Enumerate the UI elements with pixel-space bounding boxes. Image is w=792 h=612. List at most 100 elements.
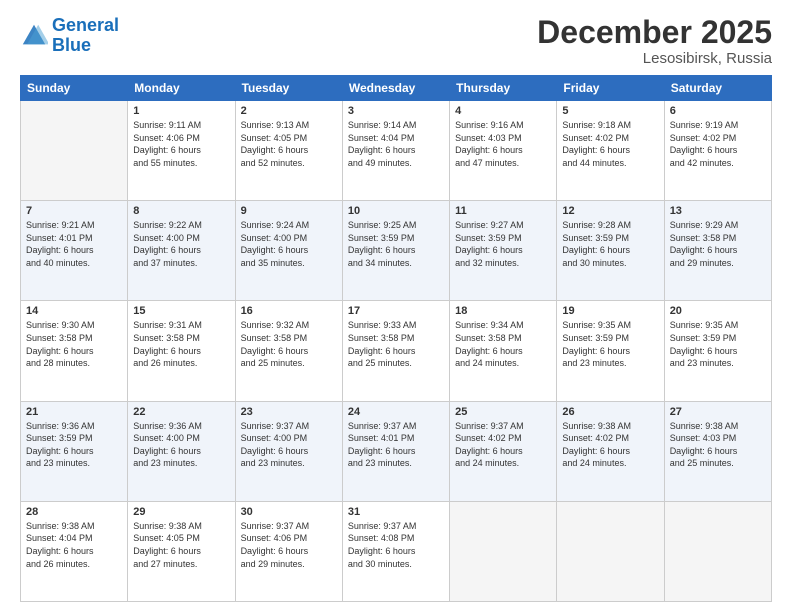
day-number: 16 [241,305,337,317]
week-row-2: 14Sunrise: 9:30 AMSunset: 3:58 PMDayligh… [21,301,772,401]
logo-line2: Blue [52,35,91,55]
table-row: 30Sunrise: 9:37 AMSunset: 4:06 PMDayligh… [235,501,342,601]
day-number: 27 [670,406,766,418]
table-row [450,501,557,601]
day-number: 13 [670,205,766,217]
day-details: Sunrise: 9:21 AMSunset: 4:01 PMDaylight:… [26,219,122,269]
top-section: General Blue December 2025 Lesosibirsk, … [20,16,772,67]
week-row-3: 21Sunrise: 9:36 AMSunset: 3:59 PMDayligh… [21,401,772,501]
day-number: 18 [455,305,551,317]
table-row: 23 Sunrise: 9:37 AMSunset: 4:00 PMDayligh… [235,401,342,501]
day-number: 19 [562,305,658,317]
day-details: Sunrise: 9:34 AMSunset: 3:58 PMDaylight:… [455,319,551,369]
day-details: Sunrise: 9:24 AMSunset: 4:00 PMDaylight:… [241,219,337,269]
table-row: 20 Sunrise: 9:35 AMSunset: 3:59 PMDayligh… [664,301,771,401]
day-details: Sunrise: 9:28 AMSunset: 3:59 PMDaylight:… [562,219,658,269]
day-number: 10 [348,205,444,217]
day-details: Sunrise: 9:29 AMSunset: 3:58 PMDaylight:… [670,219,766,269]
logo-icon [20,22,48,50]
day-number: 26 [562,406,658,418]
table-row: 12 Sunrise: 9:28 AMSunset: 3:59 PMDayligh… [557,201,664,301]
table-row: 17 Sunrise: 9:33 AMSunset: 3:58 PMDayligh… [342,301,449,401]
day-details: Sunrise: 9:38 AMSunset: 4:04 PMDaylight:… [26,520,122,570]
calendar-table: Sunday Monday Tuesday Wednesday Thursday… [20,75,772,602]
day-number: 2 [241,105,337,117]
table-row [557,501,664,601]
day-details: Sunrise: 9:14 AMSunset: 4:04 PMDaylight:… [348,119,444,169]
day-details: Sunrise: 9:37 AMSunset: 4:00 PMDaylight:… [241,420,337,470]
day-details: Sunrise: 9:37 AMSunset: 4:02 PMDaylight:… [455,420,551,470]
day-number: 12 [562,205,658,217]
table-row: 7 Sunrise: 9:21 AMSunset: 4:01 PMDaylight… [21,201,128,301]
day-number: 4 [455,105,551,117]
day-details: Sunrise: 9:32 AMSunset: 3:58 PMDaylight:… [241,319,337,369]
day-details: Sunrise: 9:38 AMSunset: 4:02 PMDaylight:… [562,420,658,470]
logo: General Blue [20,16,119,56]
table-row: 14Sunrise: 9:30 AMSunset: 3:58 PMDayligh… [21,301,128,401]
day-details: Sunrise: 9:27 AMSunset: 3:59 PMDaylight:… [455,219,551,269]
day-details: Sunrise: 9:35 AMSunset: 3:59 PMDaylight:… [562,319,658,369]
day-details: Sunrise: 9:19 AMSunset: 4:02 PMDaylight:… [670,119,766,169]
day-number: 3 [348,105,444,117]
table-row: 29 Sunrise: 9:38 AMSunset: 4:05 PMDayligh… [128,501,235,601]
day-details: Sunrise: 9:30 AMSunset: 3:58 PMDaylight:… [26,319,122,369]
header-row: Sunday Monday Tuesday Wednesday Thursday… [21,76,772,101]
table-row: 6 Sunrise: 9:19 AMSunset: 4:02 PMDaylight… [664,101,771,201]
table-row: 18 Sunrise: 9:34 AMSunset: 3:58 PMDayligh… [450,301,557,401]
table-row: 26 Sunrise: 9:38 AMSunset: 4:02 PMDayligh… [557,401,664,501]
table-row: 1 Sunrise: 9:11 AMSunset: 4:06 PMDaylight… [128,101,235,201]
day-number: 17 [348,305,444,317]
day-details: Sunrise: 9:37 AMSunset: 4:06 PMDaylight:… [241,520,337,570]
day-number: 25 [455,406,551,418]
day-number: 22 [133,406,229,418]
header-friday: Friday [557,76,664,101]
month-title: December 2025 [537,16,772,48]
header-monday: Monday [128,76,235,101]
day-details: Sunrise: 9:35 AMSunset: 3:59 PMDaylight:… [670,319,766,369]
day-details: Sunrise: 9:36 AMSunset: 3:59 PMDaylight:… [26,420,122,470]
day-number: 5 [562,105,658,117]
header-saturday: Saturday [664,76,771,101]
header-thursday: Thursday [450,76,557,101]
table-row: 10 Sunrise: 9:25 AMSunset: 3:59 PMDayligh… [342,201,449,301]
table-row: 2 Sunrise: 9:13 AMSunset: 4:05 PMDaylight… [235,101,342,201]
table-row: 15Sunrise: 9:31 AMSunset: 3:58 PMDayligh… [128,301,235,401]
day-number: 23 [241,406,337,418]
logo-line1: General [52,15,119,35]
title-section: December 2025 Lesosibirsk, Russia [537,16,772,67]
table-row: 16 Sunrise: 9:32 AMSunset: 3:58 PMDayligh… [235,301,342,401]
day-number: 8 [133,205,229,217]
day-details: Sunrise: 9:36 AMSunset: 4:00 PMDaylight:… [133,420,229,470]
day-number: 9 [241,205,337,217]
table-row [664,501,771,601]
day-number: 11 [455,205,551,217]
header-sunday: Sunday [21,76,128,101]
table-row: 3 Sunrise: 9:14 AMSunset: 4:04 PMDaylight… [342,101,449,201]
day-details: Sunrise: 9:37 AMSunset: 4:08 PMDaylight:… [348,520,444,570]
table-row [21,101,128,201]
day-details: Sunrise: 9:38 AMSunset: 4:05 PMDaylight:… [133,520,229,570]
day-number: 20 [670,305,766,317]
day-details: Sunrise: 9:25 AMSunset: 3:59 PMDaylight:… [348,219,444,269]
table-row: 25 Sunrise: 9:37 AMSunset: 4:02 PMDayligh… [450,401,557,501]
day-details: Sunrise: 9:31 AMSunset: 3:58 PMDaylight:… [133,319,229,369]
location: Lesosibirsk, Russia [537,50,772,67]
week-row-4: 28Sunrise: 9:38 AMSunset: 4:04 PMDayligh… [21,501,772,601]
table-row: 21Sunrise: 9:36 AMSunset: 3:59 PMDayligh… [21,401,128,501]
table-row: 9 Sunrise: 9:24 AMSunset: 4:00 PMDaylight… [235,201,342,301]
day-details: Sunrise: 9:22 AMSunset: 4:00 PMDaylight:… [133,219,229,269]
table-row: 22 Sunrise: 9:36 AMSunset: 4:00 PMDayligh… [128,401,235,501]
day-number: 1 [133,105,229,117]
table-row: 28Sunrise: 9:38 AMSunset: 4:04 PMDayligh… [21,501,128,601]
day-number: 29 [133,506,229,518]
day-number: 6 [670,105,766,117]
day-number: 7 [26,205,122,217]
week-row-0: 1 Sunrise: 9:11 AMSunset: 4:06 PMDaylight… [21,101,772,201]
day-details: Sunrise: 9:38 AMSunset: 4:03 PMDaylight:… [670,420,766,470]
day-details: Sunrise: 9:33 AMSunset: 3:58 PMDaylight:… [348,319,444,369]
table-row: 24Sunrise: 9:37 AMSunset: 4:01 PMDayligh… [342,401,449,501]
day-details: Sunrise: 9:13 AMSunset: 4:05 PMDaylight:… [241,119,337,169]
week-row-1: 7 Sunrise: 9:21 AMSunset: 4:01 PMDaylight… [21,201,772,301]
day-details: Sunrise: 9:11 AMSunset: 4:06 PMDaylight:… [133,119,229,169]
day-number: 24 [348,406,444,418]
